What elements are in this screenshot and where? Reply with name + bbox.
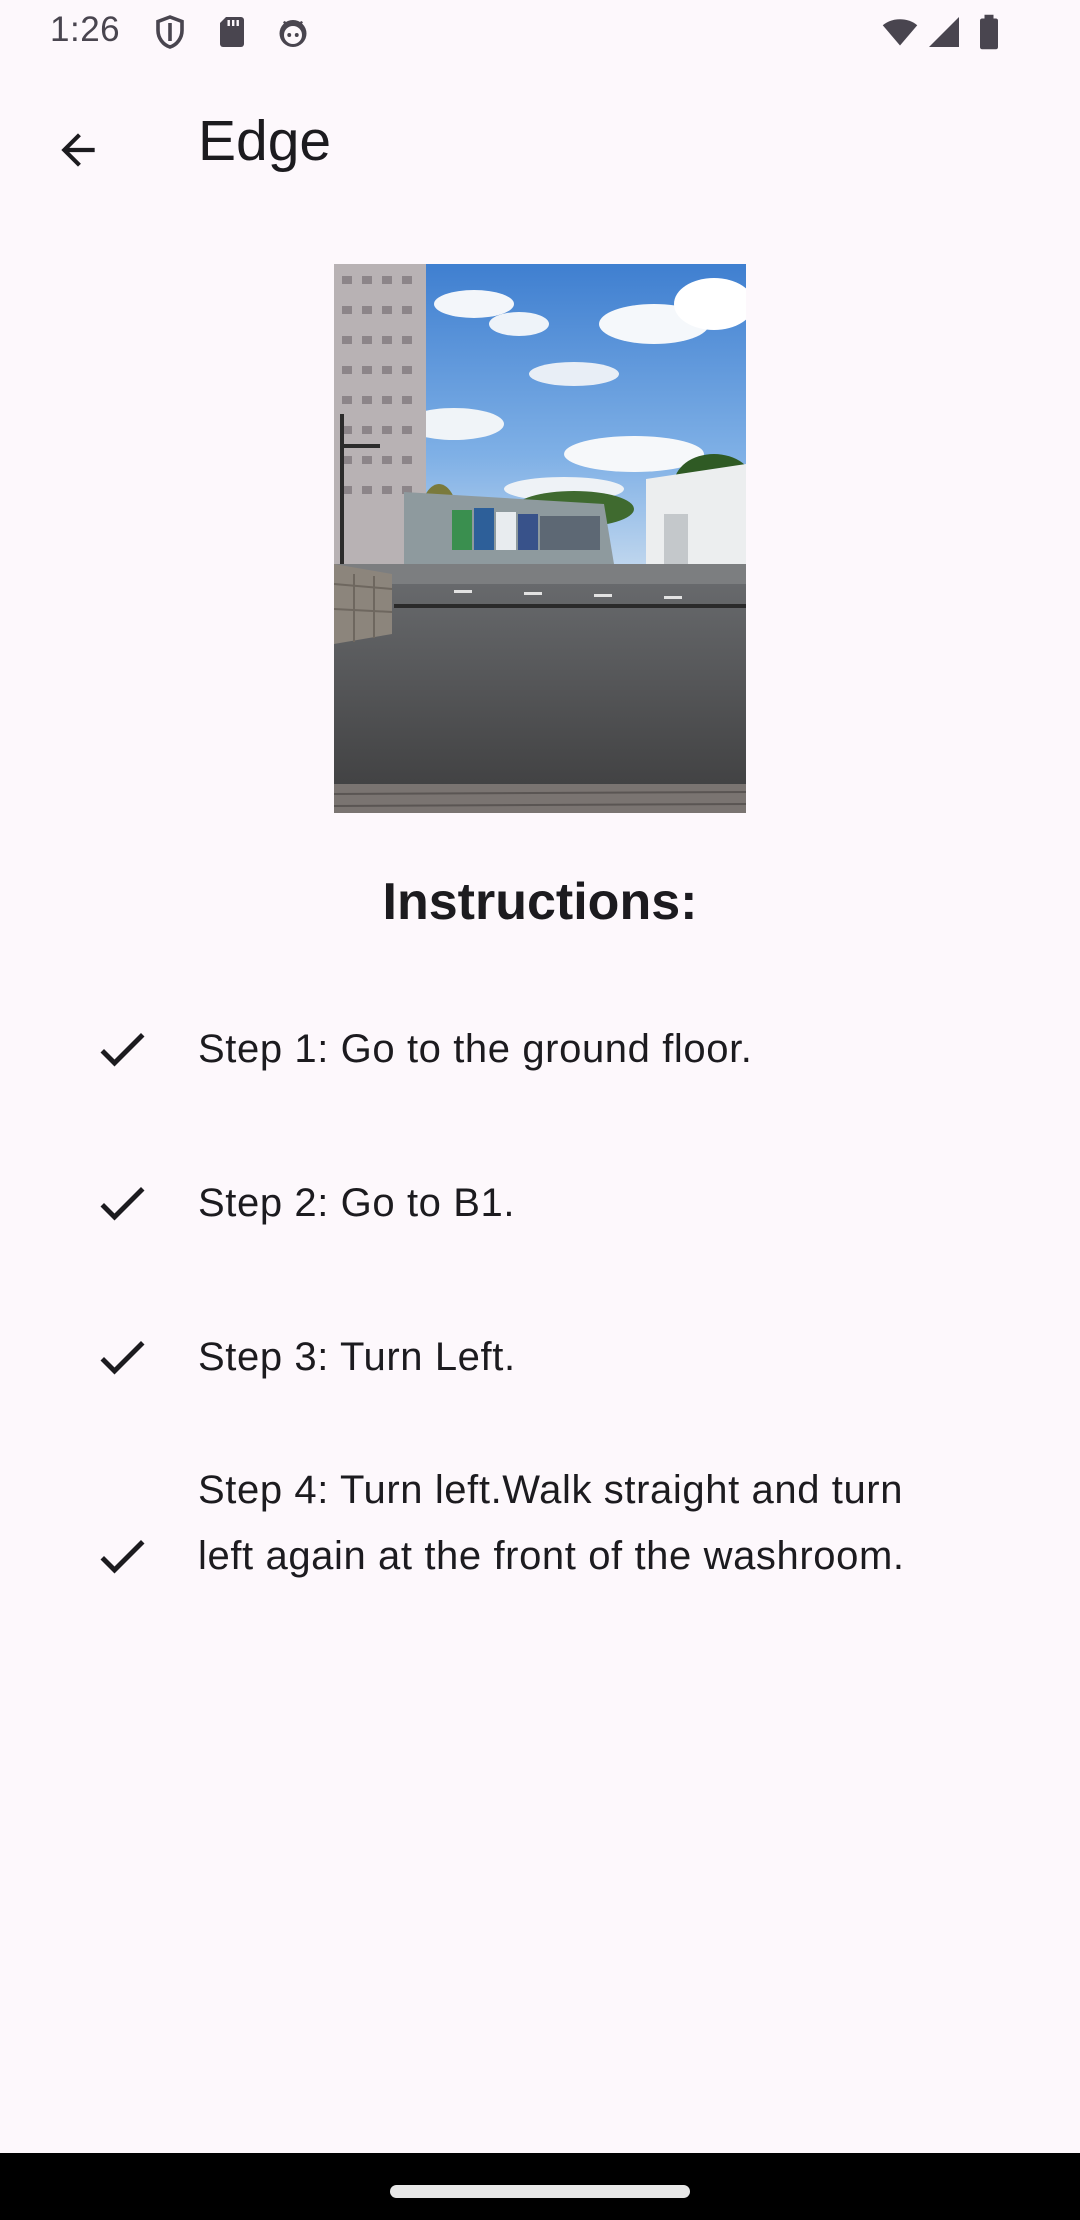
check-icon	[92, 1173, 152, 1233]
step-text: Step 3: Turn Left.	[198, 1335, 516, 1379]
page-title: Edge	[198, 109, 332, 173]
cellular-signal-icon	[926, 14, 962, 50]
check-icon	[92, 1019, 152, 1079]
check-icon	[92, 1526, 152, 1586]
step-text: Step 1: Go to the ground floor.	[198, 1027, 753, 1071]
check-icon	[92, 1327, 152, 1387]
sd-card-icon	[214, 14, 250, 50]
android-face-icon	[275, 14, 311, 50]
home-handle[interactable]	[390, 2185, 690, 2198]
location-photo	[334, 264, 746, 813]
arrow-left-icon	[53, 125, 103, 180]
battery-icon	[974, 14, 1004, 50]
navigation-bar	[0, 2153, 1080, 2220]
step-text: Step 4: Turn left.Walk straight and turn…	[198, 1468, 905, 1578]
step-text: Step 2: Go to B1.	[198, 1181, 516, 1225]
shield-icon	[152, 14, 188, 50]
status-time: 1:26	[50, 10, 121, 49]
instructions-heading: Instructions:	[382, 873, 698, 931]
wifi-icon	[880, 14, 920, 50]
back-button[interactable]	[36, 110, 120, 194]
app-bar: Edge	[0, 64, 1080, 220]
status-bar: 1:26	[0, 0, 1080, 64]
